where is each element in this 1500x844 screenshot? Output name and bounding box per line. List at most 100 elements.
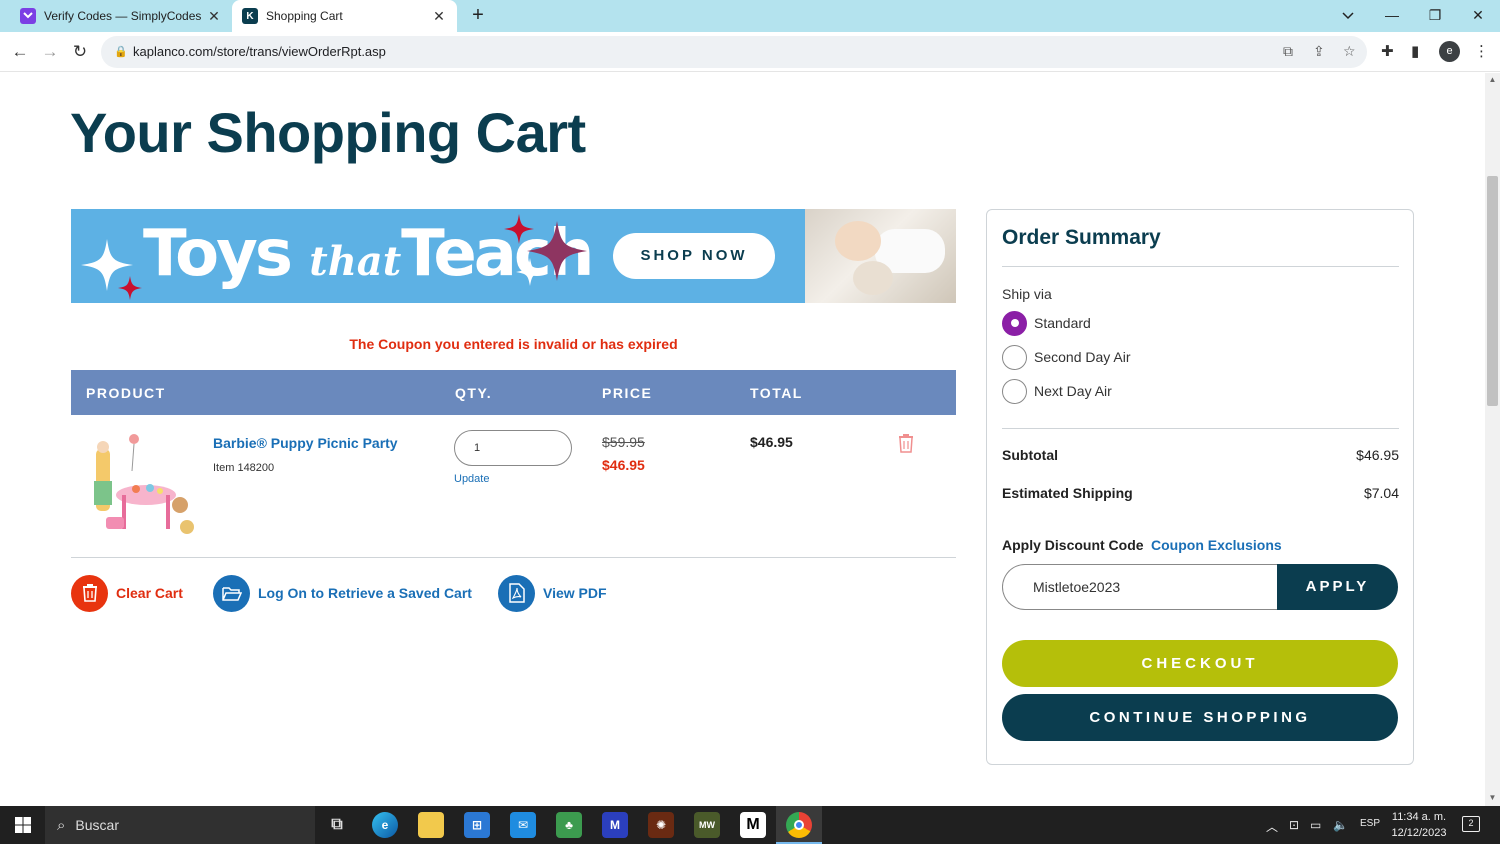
subtotal-label: Subtotal [1002, 447, 1058, 463]
ship-option-second-day-air[interactable]: Second Day Air [1002, 344, 1302, 370]
radio-selected-icon[interactable] [1002, 310, 1027, 336]
back-arrow-icon[interactable]: ← [8, 40, 32, 64]
cart-item-row: Barbie® Puppy Picnic Party Item 148200 1… [71, 415, 956, 558]
search-icon: ⌕ [57, 816, 66, 834]
product-name-link[interactable]: Barbie® Puppy Picnic Party [213, 435, 398, 451]
restore-button[interactable]: ❐ [1415, 0, 1455, 32]
update-quantity-link[interactable]: Update [454, 473, 489, 485]
sale-price: $46.95 [602, 457, 645, 473]
tray-chevron-icon[interactable]: ︿ [1266, 818, 1278, 835]
discount-code-label: Apply Discount Code [1002, 537, 1144, 553]
app-icon-m[interactable]: M [740, 812, 766, 838]
app-icon-blue[interactable]: M [602, 812, 628, 838]
browser-toolbar: ← → ↻ 🔒 kaplanco.com/store/trans/viewOrd… [0, 32, 1500, 72]
ship-option-label: Next Day Air [1034, 383, 1112, 399]
scroll-up-arrow-icon[interactable]: ▲ [1485, 75, 1500, 84]
clock-date: 12/12/2023 [1391, 827, 1447, 839]
minimize-button[interactable]: — [1372, 0, 1412, 32]
coupon-exclusions-link[interactable]: Coupon Exclusions [1151, 537, 1282, 553]
file-explorer-icon[interactable] [418, 812, 444, 838]
shipping-label: Estimated Shipping [1002, 485, 1133, 501]
close-tab-icon[interactable]: ✕ [206, 8, 222, 25]
chrome-icon[interactable] [786, 812, 812, 838]
tab-title: Verify Codes — SimplyCodes [44, 9, 202, 23]
translate-icon[interactable]: ⧉ [1283, 43, 1293, 60]
windows-start-button[interactable] [0, 806, 45, 844]
shipping-row: Estimated Shipping $7.04 [1002, 485, 1399, 501]
header-product: PRODUCT [86, 385, 166, 401]
language-indicator[interactable]: ESP [1360, 818, 1380, 829]
banner-brand-that: that [309, 238, 402, 285]
tab-shopping-cart[interactable]: K Shopping Cart ✕ [232, 0, 457, 32]
kaplan-k-icon: K [242, 8, 258, 24]
scroll-down-arrow-icon[interactable]: ▼ [1485, 793, 1500, 802]
notification-center-icon[interactable]: 2 [1462, 816, 1480, 832]
reload-icon[interactable]: ↻ [68, 40, 92, 64]
order-summary-panel: Order Summary Ship via Standard Second D… [986, 209, 1414, 765]
clock-time: 11:34 a. m. [1391, 811, 1447, 823]
divider [1002, 428, 1399, 429]
clear-cart-button[interactable]: Clear Cart [71, 574, 183, 612]
banner-photo-teddy-bear [853, 261, 893, 295]
new-tab-button[interactable]: + [466, 4, 490, 28]
shop-now-button[interactable]: SHOP NOW [613, 233, 775, 279]
continue-shopping-button[interactable]: CONTINUE SHOPPING [1002, 694, 1398, 741]
checkout-button[interactable]: CHECKOUT [1002, 640, 1398, 687]
address-bar[interactable]: 🔒 kaplanco.com/store/trans/viewOrderRpt.… [101, 36, 1367, 68]
shipping-value: $7.04 [1363, 485, 1399, 501]
mail-icon[interactable]: ✉ [510, 812, 536, 838]
ship-option-label: Standard [1034, 315, 1091, 331]
network-icon[interactable]: ▭ [1310, 818, 1321, 832]
taskbar-search-box[interactable]: ⌕ Buscar [45, 806, 315, 844]
tab-simplycodes[interactable]: Verify Codes — SimplyCodes ✕ [10, 0, 232, 32]
header-total: TOTAL [750, 385, 803, 401]
profile-avatar[interactable]: e [1439, 41, 1460, 62]
app-icon-green[interactable]: ♣ [556, 812, 582, 838]
meet-now-icon[interactable]: ⊡ [1289, 818, 1299, 832]
browser-tab-bar: Verify Codes — SimplyCodes ✕ K Shopping … [0, 0, 1500, 32]
app-icon-mw[interactable]: MW [694, 812, 720, 838]
banner-photo-child [835, 221, 881, 261]
ship-option-label: Second Day Air [1034, 349, 1131, 365]
page-scrollbar[interactable]: ▲ ▼ [1485, 73, 1500, 806]
tab-search-chevron-icon[interactable] [1328, 0, 1368, 32]
app-icon-game[interactable]: ✺ [648, 812, 674, 838]
simplycodes-icon [20, 8, 36, 24]
product-image[interactable] [84, 431, 200, 543]
subtotal-row: Subtotal $46.95 [1002, 447, 1399, 463]
close-window-button[interactable]: ✕ [1458, 0, 1498, 32]
retrieve-saved-cart-button[interactable]: Log On to Retrieve a Saved Cart [213, 574, 472, 612]
microsoft-store-icon[interactable]: ⊞ [464, 812, 490, 838]
bookmark-star-icon[interactable]: ☆ [1343, 43, 1356, 60]
menu-kebab-icon[interactable]: ⋮ [1474, 42, 1489, 60]
task-view-icon[interactable]: ⧉ [324, 812, 350, 838]
view-pdf-button[interactable]: View PDF [498, 574, 607, 612]
scrollbar-thumb[interactable] [1487, 176, 1498, 406]
line-total: $46.95 [750, 434, 793, 450]
side-panel-icon[interactable]: ▮ [1411, 42, 1419, 60]
close-tab-icon[interactable]: ✕ [431, 8, 447, 25]
ship-via-label: Ship via [1002, 286, 1052, 302]
remove-item-trash-icon[interactable] [897, 433, 915, 453]
radio-unselected-icon[interactable] [1002, 378, 1027, 404]
ship-option-next-day-air[interactable]: Next Day Air [1002, 378, 1302, 404]
url-text[interactable]: kaplanco.com/store/trans/viewOrderRpt.as… [133, 44, 386, 59]
original-price: $59.95 [602, 434, 645, 450]
page-content: Your Shopping Cart Toys thatTeach SHOP N… [0, 73, 1485, 806]
volume-icon[interactable]: 🔈 [1333, 818, 1348, 832]
page-title: Your Shopping Cart [70, 101, 586, 164]
extensions-puzzle-icon[interactable]: ✚ [1381, 42, 1394, 60]
quantity-input[interactable]: 1 [454, 430, 572, 466]
radio-unselected-icon[interactable] [1002, 344, 1027, 370]
system-clock[interactable]: 11:34 a. m. 12/12/2023 [1380, 809, 1458, 841]
forward-arrow-icon[interactable]: → [38, 40, 62, 64]
toys-that-teach-banner[interactable]: Toys thatTeach SHOP NOW [71, 209, 956, 303]
discount-code-input[interactable]: Mistletoe2023 [1002, 564, 1282, 610]
lock-icon[interactable]: 🔒 [114, 45, 128, 58]
share-icon[interactable]: ⇪ [1313, 43, 1325, 60]
banner-photo [805, 209, 956, 303]
edge-browser-icon[interactable]: e [372, 812, 398, 838]
cart-table-header: PRODUCT QTY. PRICE TOTAL [71, 370, 956, 415]
ship-option-standard[interactable]: Standard [1002, 310, 1302, 336]
apply-button[interactable]: APPLY [1277, 564, 1398, 610]
